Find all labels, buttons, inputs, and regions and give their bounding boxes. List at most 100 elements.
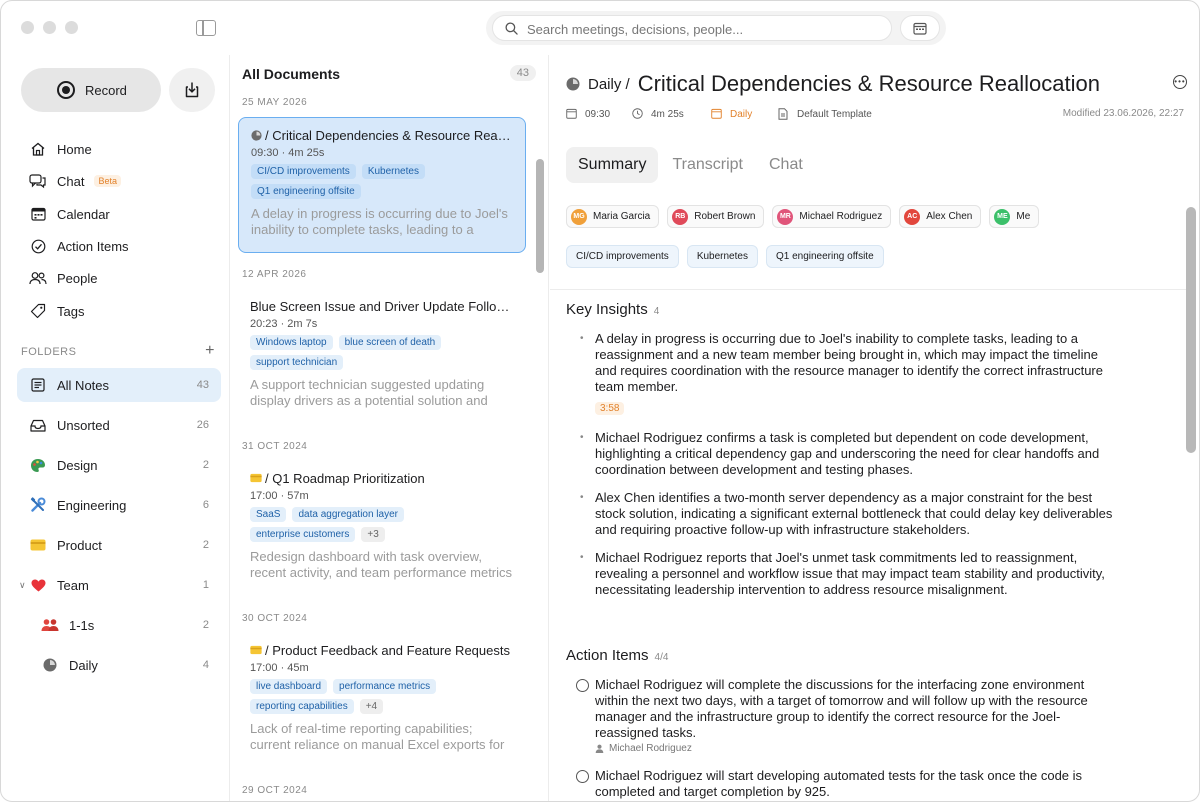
participant-chip[interactable]: AC Alex Chen bbox=[899, 205, 982, 228]
sidebar-item-calendar[interactable]: Calendar bbox=[29, 203, 110, 225]
sidebar: Record Home Chat Beta Calendar Action It… bbox=[1, 55, 229, 801]
participant-chip[interactable]: ME Me bbox=[989, 205, 1040, 228]
search-input[interactable] bbox=[527, 19, 877, 39]
card-meta: 17:00 · 45m bbox=[250, 662, 309, 674]
folder-all-notes[interactable]: All Notes 43 bbox=[17, 368, 221, 402]
app-window: Record Home Chat Beta Calendar Action It… bbox=[0, 0, 1200, 802]
list-scrollbar[interactable] bbox=[536, 159, 544, 273]
tag-chip[interactable]: blue screen of death bbox=[338, 335, 442, 350]
tab-transcript[interactable]: Transcript bbox=[660, 147, 755, 183]
more-tags-chip[interactable]: +4 bbox=[359, 699, 384, 714]
participant-chip[interactable]: MR Michael Rodriguez bbox=[772, 205, 892, 228]
chevron-down-icon[interactable]: ∨ bbox=[19, 580, 26, 591]
bullet: • bbox=[580, 432, 584, 443]
document-card[interactable]: / Critical Dependencies & Resource Reall… bbox=[238, 117, 526, 253]
tag-chip[interactable]: reporting capabilities bbox=[250, 699, 354, 714]
card-title: / Product Feedback and Feature Requests bbox=[250, 643, 514, 658]
folder-design[interactable]: Design 2 bbox=[17, 448, 221, 482]
folder-engineering[interactable]: Engineering 6 bbox=[17, 488, 221, 522]
tag-chip[interactable]: CI/CD improvements bbox=[251, 164, 356, 179]
tag-chip[interactable]: support technician bbox=[250, 355, 344, 370]
folder-label: Team bbox=[57, 577, 89, 593]
sidebar-item-chat[interactable]: Chat Beta bbox=[29, 170, 121, 192]
more-options-icon[interactable]: ••• bbox=[1173, 75, 1187, 89]
participant-chip[interactable]: MG Maria Garcia bbox=[566, 205, 660, 228]
card-snippet: A support technician suggested updating … bbox=[250, 377, 488, 408]
participant-name: Michael Rodriguez bbox=[799, 211, 883, 222]
card-tags: Windows laptop blue screen of death supp… bbox=[250, 335, 520, 375]
import-icon bbox=[185, 82, 199, 98]
meta-template[interactable]: Default Template bbox=[778, 108, 872, 120]
card-title: Blue Screen Issue and Driver Update Foll… bbox=[250, 299, 514, 314]
sidebar-item-people[interactable]: People bbox=[29, 267, 97, 289]
document-card[interactable]: / Product Feedback and Feature Requests … bbox=[238, 633, 526, 769]
close-window-button[interactable] bbox=[21, 21, 34, 34]
calendar-button[interactable] bbox=[900, 15, 940, 41]
sidebar-item-home[interactable]: Home bbox=[29, 138, 92, 160]
date-header: 31 OCT 2024 bbox=[242, 441, 308, 452]
participant-chip[interactable]: RB Robert Brown bbox=[667, 205, 765, 228]
insight-text: Michael Rodriguez reports that Joel's un… bbox=[595, 550, 1105, 597]
card-title: / Critical Dependencies & Resource Reall… bbox=[251, 128, 513, 143]
zoom-window-button[interactable] bbox=[65, 21, 78, 34]
breadcrumb[interactable]: Daily / bbox=[588, 76, 630, 93]
sidebar-item-action-items[interactable]: Action Items bbox=[29, 235, 129, 257]
sidebar-item-tags[interactable]: Tags bbox=[29, 300, 84, 322]
tag-chip[interactable]: performance metrics bbox=[333, 679, 437, 694]
card-title: / Q1 Roadmap Prioritization bbox=[250, 471, 514, 486]
action-checkbox[interactable] bbox=[576, 770, 589, 783]
tag-chip[interactable]: data aggregation layer bbox=[292, 507, 404, 522]
meta-row: 09:30 4m 25s Daily Default Template Modi… bbox=[566, 107, 1186, 123]
date-header: 29 OCT 2024 bbox=[242, 785, 308, 796]
folder-daily[interactable]: Daily 4 bbox=[17, 648, 221, 682]
tag-chip[interactable]: Kubernetes bbox=[361, 164, 425, 179]
document-card[interactable]: Blue Screen Issue and Driver Update Foll… bbox=[238, 289, 526, 425]
tag-chip[interactable]: Q1 engineering offsite bbox=[765, 245, 884, 268]
participant-name: Alex Chen bbox=[926, 211, 973, 222]
folders-header: FOLDERS + bbox=[21, 342, 215, 359]
tag-chip[interactable]: live dashboard bbox=[250, 679, 328, 694]
clock-icon bbox=[251, 129, 262, 142]
timestamp-badge[interactable]: 3:58 bbox=[595, 402, 625, 415]
insight-item: • A delay in progress is occurring due t… bbox=[580, 331, 1120, 395]
tag-chip[interactable]: SaaS bbox=[250, 507, 287, 522]
action-text: Michael Rodriguez will start developing … bbox=[595, 768, 1083, 799]
clock-outline-icon bbox=[632, 108, 644, 120]
minimize-window-button[interactable] bbox=[43, 21, 56, 34]
tag-chip[interactable]: CI/CD improvements bbox=[566, 245, 679, 268]
more-tags-chip[interactable]: +3 bbox=[361, 527, 385, 542]
list-title: All Documents bbox=[242, 66, 341, 82]
folder-count: 4 bbox=[202, 659, 209, 671]
import-button[interactable] bbox=[169, 68, 215, 112]
card-title-text: Blue Screen Issue and Driver Update Foll… bbox=[250, 299, 514, 314]
tab-summary[interactable]: Summary bbox=[566, 147, 659, 183]
insight-item: • Michael Rodriguez reports that Joel's … bbox=[580, 550, 1120, 598]
card-snippet: A delay in progress is occurring due to … bbox=[251, 206, 508, 237]
folder-team[interactable]: ∨ Team 1 bbox=[17, 568, 221, 602]
search-box[interactable] bbox=[492, 15, 892, 41]
avatar: MR bbox=[777, 208, 794, 225]
sidebar-toggle-icon[interactable] bbox=[196, 20, 216, 36]
detail-scrollbar[interactable] bbox=[1186, 207, 1196, 453]
page-title[interactable]: Critical Dependencies & Resource Realloc… bbox=[638, 71, 1100, 97]
record-button[interactable]: Record bbox=[21, 68, 161, 112]
folder-count: 1 bbox=[202, 579, 209, 591]
tag-chip[interactable]: Kubernetes bbox=[686, 245, 758, 268]
key-insights-heading: Key Insights 4 bbox=[566, 301, 659, 318]
tag-chip[interactable]: Windows laptop bbox=[250, 335, 333, 350]
document-card[interactable]: / Q1 Roadmap Prioritization 17:00 · 57m … bbox=[238, 461, 526, 597]
sidebar-item-label: People bbox=[57, 270, 98, 286]
add-folder-icon[interactable]: + bbox=[205, 342, 215, 360]
calendar-icon bbox=[29, 205, 47, 223]
folder-unsorted[interactable]: Unsorted 26 bbox=[17, 408, 221, 442]
action-checkbox[interactable] bbox=[576, 679, 589, 692]
tab-chat[interactable]: Chat bbox=[757, 147, 815, 183]
tag-chip[interactable]: enterprise customers bbox=[250, 527, 356, 542]
insight-text: Michael Rodriguez confirms a task is com… bbox=[595, 430, 1100, 477]
tag-chip[interactable]: Q1 engineering offsite bbox=[251, 184, 361, 199]
detail-tabs: Summary Transcript Chat bbox=[566, 147, 817, 183]
folder-product[interactable]: Product 2 bbox=[17, 528, 221, 562]
folder-1-1s[interactable]: 1-1s 2 bbox=[17, 608, 221, 642]
meta-folder[interactable]: Daily bbox=[711, 108, 752, 120]
clock-icon bbox=[41, 656, 59, 674]
